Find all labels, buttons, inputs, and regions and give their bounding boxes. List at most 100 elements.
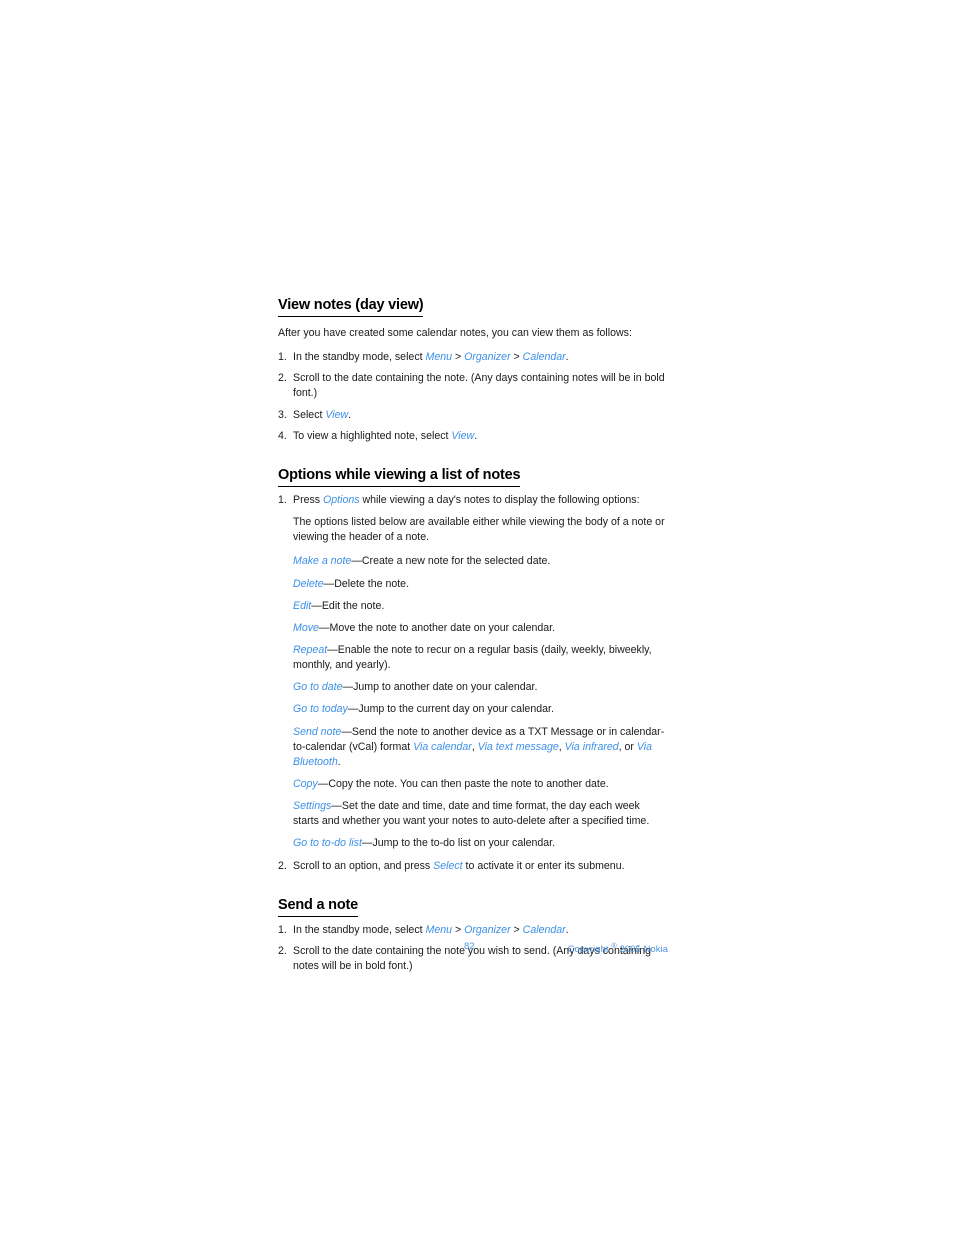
- body-text-run: In the standby mode, select: [293, 923, 426, 936]
- body-text-run: —Move the note to another date on your c…: [318, 621, 556, 634]
- ui-reference-view: View: [325, 408, 349, 421]
- list-item-text: Press Options while viewing a day's note…: [293, 494, 640, 506]
- body-text-run: —Set the date and time, date and time fo…: [293, 800, 650, 828]
- body-text-run: >: [452, 351, 465, 364]
- ui-reference-go-to-to-do-list: Go to to-do list: [293, 837, 362, 850]
- body-text-run: —Enable the note to recur on a regular b…: [293, 643, 652, 672]
- body-text-run: >: [510, 351, 523, 364]
- options-sub-block: The options listed below are available e…: [278, 515, 668, 851]
- option-entry: Copy—Copy the note. You can then paste t…: [293, 777, 668, 792]
- ui-reference-go-to-today: Go to today: [293, 703, 348, 716]
- body-text-run: —Jump to another date on your calendar.: [342, 681, 538, 694]
- list-item-text: To view a highlighted note, select View.: [293, 430, 477, 442]
- body-text-run: while viewing a day's notes to display t…: [359, 493, 640, 506]
- ui-reference-menu: Menu: [425, 923, 453, 936]
- steps-list-options-step1: 1. Press Options while viewing a day's no…: [278, 493, 668, 508]
- list-item: 2. Scroll to an option, and press Select …: [278, 859, 668, 874]
- steps-list-options-step2: 2. Scroll to an option, and press Select …: [278, 859, 668, 874]
- option-entry: Go to today—Jump to the current day on y…: [293, 702, 668, 717]
- list-item-number: 1.: [278, 923, 287, 936]
- body-text-run: >: [452, 923, 465, 936]
- section-send-a-note: Send a note: [278, 896, 668, 923]
- body-text-run: Select: [293, 408, 326, 421]
- body-text-run: Scroll to the date containing the note. …: [293, 372, 665, 400]
- body-text-run: >: [510, 923, 523, 936]
- option-entry: Delete—Delete the note.: [293, 577, 668, 592]
- ui-reference-repeat: Repeat: [293, 643, 328, 656]
- list-item-number: 2.: [278, 859, 287, 872]
- options-availability-note: The options listed below are available e…: [293, 516, 665, 544]
- option-entry: Go to to-do list—Jump to the to-do list …: [293, 836, 668, 851]
- ui-reference-select: Select: [433, 859, 463, 872]
- ui-reference-send-note: Send note: [293, 725, 342, 738]
- body-text-run: .: [474, 429, 478, 442]
- list-item-text: In the standby mode, select Menu > Organ…: [293, 924, 569, 936]
- document-body: View notes (day view) After you have cre…: [278, 296, 668, 974]
- option-entry: Make a note—Create a new note for the se…: [293, 554, 668, 569]
- list-item-number: 1.: [278, 351, 287, 364]
- page-title-options-while-viewing: Options while viewing a list of notes: [278, 466, 521, 487]
- ui-reference-move: Move: [293, 621, 319, 634]
- options-entries: Make a note—Create a new note for the se…: [293, 554, 668, 851]
- body-text-run: to activate it or enter its submenu.: [462, 859, 625, 872]
- steps-list-view-notes: 1. In the standby mode, select Menu > Org…: [278, 350, 668, 444]
- copyright-suffix: 2005 Nokia: [616, 944, 668, 956]
- list-item: 1. Press Options while viewing a day's no…: [278, 493, 668, 508]
- intro-text-view-notes: After you have created some calendar not…: [278, 327, 632, 340]
- ui-reference-go-to-date: Go to date: [293, 681, 343, 694]
- list-item: 2. Scroll to the date containing the note…: [278, 371, 668, 401]
- body-text-run: —Copy the note. You can then paste the n…: [317, 777, 609, 790]
- page-title-send-a-note: Send a note: [278, 896, 358, 917]
- ui-reference-options: Options: [323, 493, 360, 506]
- list-item: 4. To view a highlighted note, select Vie…: [278, 429, 668, 444]
- body-text-run: —Delete the note.: [323, 577, 410, 590]
- list-item-text: In the standby mode, select Menu > Organ…: [293, 351, 569, 363]
- list-item-number: 1.: [278, 493, 287, 506]
- ui-reference-via-infrared: Via infrared: [564, 740, 619, 753]
- ui-reference-menu: Menu: [425, 351, 453, 364]
- ui-reference-make-a-note: Make a note: [293, 555, 352, 568]
- option-entry: Go to date—Jump to another date on your …: [293, 680, 668, 695]
- ui-reference-via-text-message: Via text message: [477, 740, 559, 753]
- ui-reference-organizer: Organizer: [464, 351, 511, 364]
- ui-reference-calendar: Calendar: [522, 351, 566, 364]
- section-view-notes: View notes (day view): [278, 296, 668, 323]
- list-item-number: 3.: [278, 408, 287, 421]
- list-item: 3. Select View.: [278, 408, 668, 423]
- ui-reference-via-calendar: Via calendar: [413, 740, 472, 753]
- ui-reference-delete: Delete: [293, 577, 324, 590]
- body-text-run: , or: [618, 740, 637, 753]
- list-item: 1. In the standby mode, select Menu > Org…: [278, 350, 668, 365]
- body-text-run: .: [565, 351, 569, 364]
- body-text-run: To view a highlighted note, select: [293, 429, 452, 442]
- list-item-text: Scroll to the date containing the note. …: [293, 372, 665, 399]
- body-text-run: —Edit the note.: [311, 599, 385, 612]
- list-item: 1. In the standby mode, select Menu > Org…: [278, 923, 668, 938]
- body-text-run: —Jump to the to-do list on your calendar…: [361, 837, 556, 850]
- body-text-run: In the standby mode, select: [293, 351, 426, 364]
- list-item-number: 2.: [278, 372, 287, 385]
- option-entry: Move—Move the note to another date on yo…: [293, 621, 668, 636]
- body-text-run: —Create a new note for the selected date…: [351, 555, 551, 568]
- body-text-run: Scroll to an option, and press: [293, 859, 434, 872]
- option-entry: Repeat—Enable the note to recur on a reg…: [293, 643, 668, 673]
- page-title-view-notes: View notes (day view): [278, 296, 424, 318]
- ui-reference-calendar: Calendar: [522, 923, 566, 936]
- copyright-prefix: Copyright: [567, 944, 612, 956]
- list-item-number: 4.: [278, 429, 287, 442]
- body-text-run: —Jump to the current day on your calenda…: [347, 703, 554, 716]
- ui-reference-view: View: [451, 429, 475, 442]
- ui-reference-copy: Copy: [293, 777, 318, 790]
- page-number: 82: [464, 941, 475, 952]
- copyright-notice: Copyright ® 2005 Nokia: [568, 941, 668, 955]
- body-text-run: .: [337, 755, 341, 768]
- option-entry: Settings—Set the date and time, date and…: [293, 799, 668, 829]
- ui-reference-edit: Edit: [293, 599, 312, 612]
- body-text-run: .: [565, 923, 569, 936]
- ui-reference-settings: Settings: [293, 800, 332, 813]
- section-options-while-viewing: Options while viewing a list of notes: [278, 466, 668, 493]
- list-item-text: Select View.: [293, 409, 351, 421]
- option-entry: Edit—Edit the note.: [293, 599, 668, 614]
- ui-reference-organizer: Organizer: [464, 923, 511, 936]
- list-item-number: 2.: [278, 944, 287, 957]
